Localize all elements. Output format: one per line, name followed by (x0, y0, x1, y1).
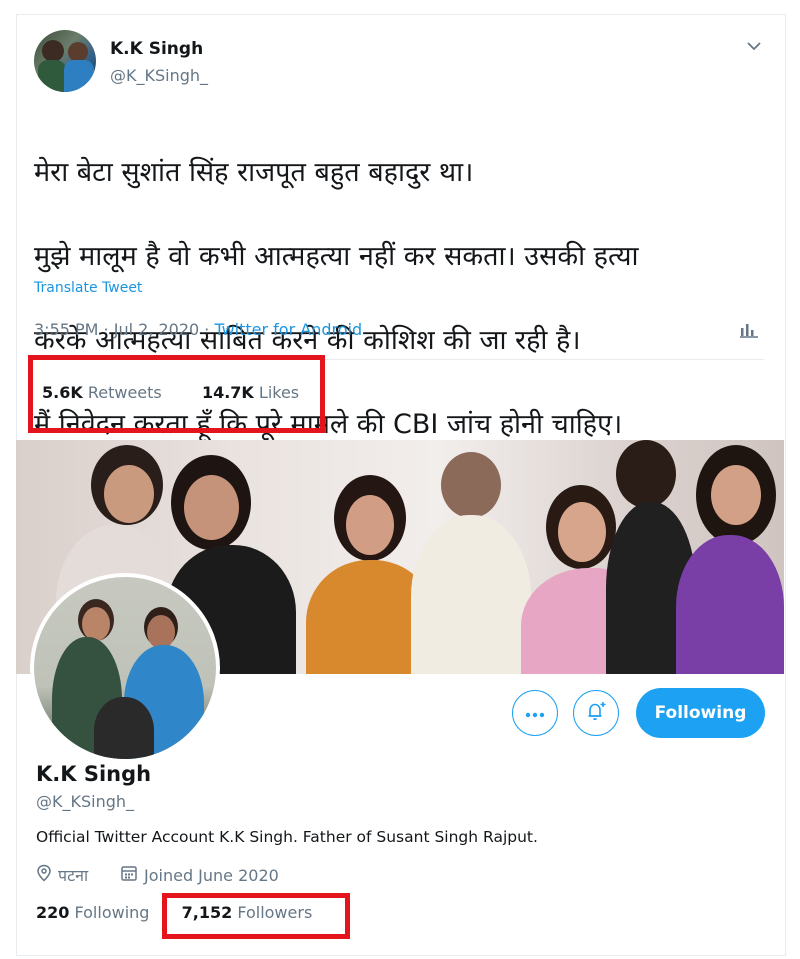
following-button[interactable]: Following (636, 688, 765, 738)
highlight-box-followers (162, 893, 350, 939)
following-count-link[interactable]: 220 Following (36, 903, 149, 922)
tweet-source[interactable]: Twitter for Android (214, 320, 362, 339)
more-button[interactable] (512, 690, 558, 736)
profile-joined: Joined June 2020 (120, 864, 279, 886)
location-pin-icon (36, 864, 52, 886)
following-count: 220 (36, 903, 70, 922)
tweet-author-avatar[interactable] (34, 30, 96, 92)
tweet-text-line: मेरा बेटा सुशांत सिंह राजपूत बहुत बहादुर… (34, 157, 474, 188)
profile-name: K.K Singh (36, 762, 152, 786)
chevron-down-icon[interactable] (746, 36, 762, 57)
bell-plus-icon (584, 699, 608, 727)
profile-bio: Official Twitter Account K.K Singh. Fath… (36, 828, 538, 846)
tweet-author-handle[interactable]: @K_KSingh_ (110, 66, 208, 85)
translate-tweet-link[interactable]: Translate Tweet (34, 280, 142, 296)
tweet-text-line: मुझे मालूम है वो कभी आत्महत्या नहीं कर स… (34, 241, 639, 272)
following-label: Following (74, 903, 150, 922)
highlight-box-stats (28, 355, 325, 433)
more-icon (524, 704, 546, 723)
calendar-icon (120, 864, 138, 886)
profile-location: पटना (36, 864, 88, 886)
analytics-icon[interactable] (738, 318, 760, 340)
tweet-header: K.K Singh @K_KSingh_ (34, 28, 764, 94)
profile-avatar[interactable] (30, 573, 220, 763)
tweet-meta: 3:55 PM · Jul 2, 2020 · Twitter for Andr… (34, 320, 362, 339)
tweet-author-name[interactable]: K.K Singh (110, 39, 203, 59)
profile-handle: @K_KSingh_ (36, 792, 135, 811)
location-text: पटना (58, 866, 89, 885)
joined-text: Joined June 2020 (144, 865, 279, 885)
notifications-button[interactable] (573, 690, 619, 736)
tweet-timestamp[interactable]: 3:55 PM · Jul 2, 2020 · (34, 320, 209, 339)
